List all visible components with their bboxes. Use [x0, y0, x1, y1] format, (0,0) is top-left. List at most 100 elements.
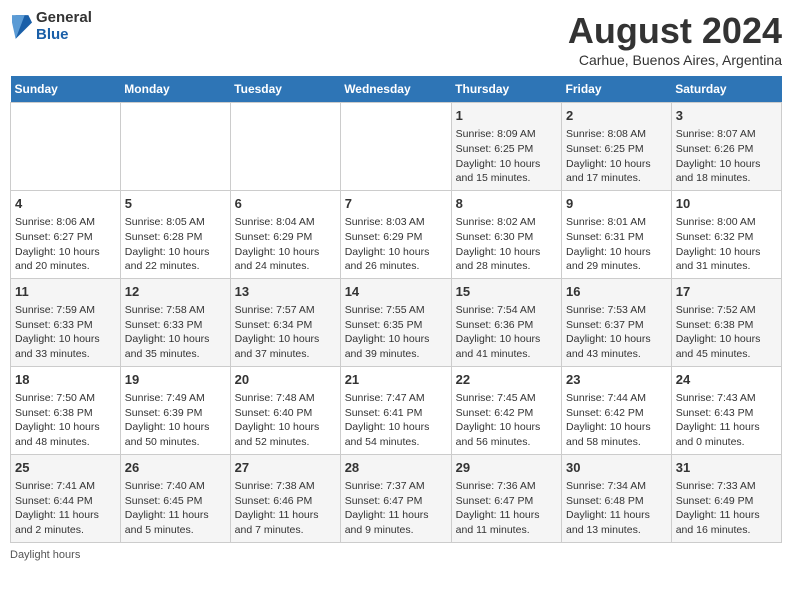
day-number: 3: [676, 107, 777, 125]
cell-info: Sunrise: 7:38 AM: [235, 479, 336, 494]
calendar-cell: 19Sunrise: 7:49 AMSunset: 6:39 PMDayligh…: [120, 366, 230, 454]
cell-info: and 39 minutes.: [345, 347, 447, 362]
cell-info: Sunrise: 7:37 AM: [345, 479, 447, 494]
cell-info: Daylight: 10 hours: [456, 332, 557, 347]
cell-info: Sunrise: 7:53 AM: [566, 303, 667, 318]
calendar-cell: 24Sunrise: 7:43 AMSunset: 6:43 PMDayligh…: [671, 366, 781, 454]
calendar-cell: 8Sunrise: 8:02 AMSunset: 6:30 PMDaylight…: [451, 190, 561, 278]
cell-info: Sunrise: 7:49 AM: [125, 391, 226, 406]
footer: Daylight hours: [10, 549, 782, 561]
day-number: 19: [125, 371, 226, 389]
cell-info: Sunrise: 7:59 AM: [15, 303, 116, 318]
cell-info: Sunrise: 7:57 AM: [235, 303, 336, 318]
cell-info: Sunset: 6:37 PM: [566, 318, 667, 333]
cell-info: and 16 minutes.: [676, 523, 777, 538]
cell-info: Daylight: 10 hours: [345, 245, 447, 260]
cell-info: Sunset: 6:35 PM: [345, 318, 447, 333]
day-number: 12: [125, 283, 226, 301]
cell-info: Sunrise: 8:06 AM: [15, 215, 116, 230]
cell-info: Sunrise: 7:52 AM: [676, 303, 777, 318]
cell-info: Sunrise: 7:36 AM: [456, 479, 557, 494]
cell-info: Daylight: 11 hours: [566, 508, 667, 523]
day-header-saturday: Saturday: [671, 76, 781, 103]
day-header-friday: Friday: [562, 76, 672, 103]
cell-info: Sunrise: 8:00 AM: [676, 215, 777, 230]
calendar-cell: 12Sunrise: 7:58 AMSunset: 6:33 PMDayligh…: [120, 278, 230, 366]
calendar-cell: 1Sunrise: 8:09 AMSunset: 6:25 PMDaylight…: [451, 103, 561, 191]
cell-info: Daylight: 10 hours: [125, 332, 226, 347]
cell-info: and 7 minutes.: [235, 523, 336, 538]
cell-info: Daylight: 11 hours: [676, 420, 777, 435]
day-number: 4: [15, 195, 116, 213]
cell-info: and 28 minutes.: [456, 259, 557, 274]
calendar-cell: 25Sunrise: 7:41 AMSunset: 6:44 PMDayligh…: [11, 454, 121, 542]
cell-info: Daylight: 11 hours: [125, 508, 226, 523]
calendar-cell: 16Sunrise: 7:53 AMSunset: 6:37 PMDayligh…: [562, 278, 672, 366]
cell-info: Sunset: 6:32 PM: [676, 230, 777, 245]
calendar-cell: 2Sunrise: 8:08 AMSunset: 6:25 PMDaylight…: [562, 103, 672, 191]
calendar-cell: 31Sunrise: 7:33 AMSunset: 6:49 PMDayligh…: [671, 454, 781, 542]
cell-info: Daylight: 11 hours: [235, 508, 336, 523]
cell-info: Sunrise: 7:50 AM: [15, 391, 116, 406]
calendar-cell: 15Sunrise: 7:54 AMSunset: 6:36 PMDayligh…: [451, 278, 561, 366]
cell-info: Sunrise: 8:09 AM: [456, 127, 557, 142]
calendar-cell: 7Sunrise: 8:03 AMSunset: 6:29 PMDaylight…: [340, 190, 451, 278]
cell-info: Sunrise: 7:44 AM: [566, 391, 667, 406]
cell-info: Daylight: 10 hours: [676, 245, 777, 260]
day-number: 17: [676, 283, 777, 301]
cell-info: Sunset: 6:43 PM: [676, 406, 777, 421]
day-number: 10: [676, 195, 777, 213]
cell-info: Daylight: 10 hours: [456, 157, 557, 172]
day-number: 29: [456, 459, 557, 477]
calendar-cell: 10 Sunrise: 8:00 AMSunset: 6:32 PMDayligh…: [671, 190, 781, 278]
logo-text: General Blue: [36, 10, 92, 43]
day-number: 16: [566, 283, 667, 301]
cell-info: and 41 minutes.: [456, 347, 557, 362]
cell-info: Sunset: 6:31 PM: [566, 230, 667, 245]
cell-info: and 56 minutes.: [456, 435, 557, 450]
cell-info: Sunset: 6:45 PM: [125, 494, 226, 509]
cell-info: Daylight: 10 hours: [456, 420, 557, 435]
cell-info: Daylight: 10 hours: [566, 157, 667, 172]
cell-info: Sunset: 6:48 PM: [566, 494, 667, 509]
day-header-wednesday: Wednesday: [340, 76, 451, 103]
day-number: 31: [676, 459, 777, 477]
calendar-cell: 23Sunrise: 7:44 AMSunset: 6:42 PMDayligh…: [562, 366, 672, 454]
cell-info: Sunset: 6:44 PM: [15, 494, 116, 509]
calendar-cell: 21Sunrise: 7:47 AMSunset: 6:41 PMDayligh…: [340, 366, 451, 454]
cell-info: Sunrise: 7:43 AM: [676, 391, 777, 406]
day-number: 20: [235, 371, 336, 389]
cell-info: and 31 minutes.: [676, 259, 777, 274]
cell-info: and 33 minutes.: [15, 347, 116, 362]
cell-info: and 13 minutes.: [566, 523, 667, 538]
day-number: 27: [235, 459, 336, 477]
cell-info: Sunrise: 7:34 AM: [566, 479, 667, 494]
cell-info: and 17 minutes.: [566, 171, 667, 186]
cell-info: Daylight: 10 hours: [676, 157, 777, 172]
week-row-2: 4Sunrise: 8:06 AMSunset: 6:27 PMDaylight…: [11, 190, 782, 278]
cell-info: and 5 minutes.: [125, 523, 226, 538]
cell-info: Sunrise: 7:45 AM: [456, 391, 557, 406]
cell-info: and 52 minutes.: [235, 435, 336, 450]
day-number: 6: [235, 195, 336, 213]
logo: General Blue: [10, 10, 92, 43]
cell-info: and 45 minutes.: [676, 347, 777, 362]
cell-info: Daylight: 10 hours: [566, 245, 667, 260]
cell-info: Daylight: 10 hours: [345, 420, 447, 435]
logo-icon: [12, 13, 32, 41]
cell-info: and 22 minutes.: [125, 259, 226, 274]
calendar-cell: 17Sunrise: 7:52 AMSunset: 6:38 PMDayligh…: [671, 278, 781, 366]
cell-info: Daylight: 10 hours: [676, 332, 777, 347]
calendar-cell: 22Sunrise: 7:45 AMSunset: 6:42 PMDayligh…: [451, 366, 561, 454]
cell-info: and 37 minutes.: [235, 347, 336, 362]
calendar-cell: 5Sunrise: 8:05 AMSunset: 6:28 PMDaylight…: [120, 190, 230, 278]
cell-info: Sunset: 6:34 PM: [235, 318, 336, 333]
cell-info: Sunset: 6:40 PM: [235, 406, 336, 421]
cell-info: Sunrise: 8:05 AM: [125, 215, 226, 230]
day-number: 30: [566, 459, 667, 477]
cell-info: Sunrise: 7:47 AM: [345, 391, 447, 406]
cell-info: Daylight: 10 hours: [15, 420, 116, 435]
week-row-1: 1Sunrise: 8:09 AMSunset: 6:25 PMDaylight…: [11, 103, 782, 191]
day-number: 21: [345, 371, 447, 389]
calendar-cell: 20Sunrise: 7:48 AMSunset: 6:40 PMDayligh…: [230, 366, 340, 454]
